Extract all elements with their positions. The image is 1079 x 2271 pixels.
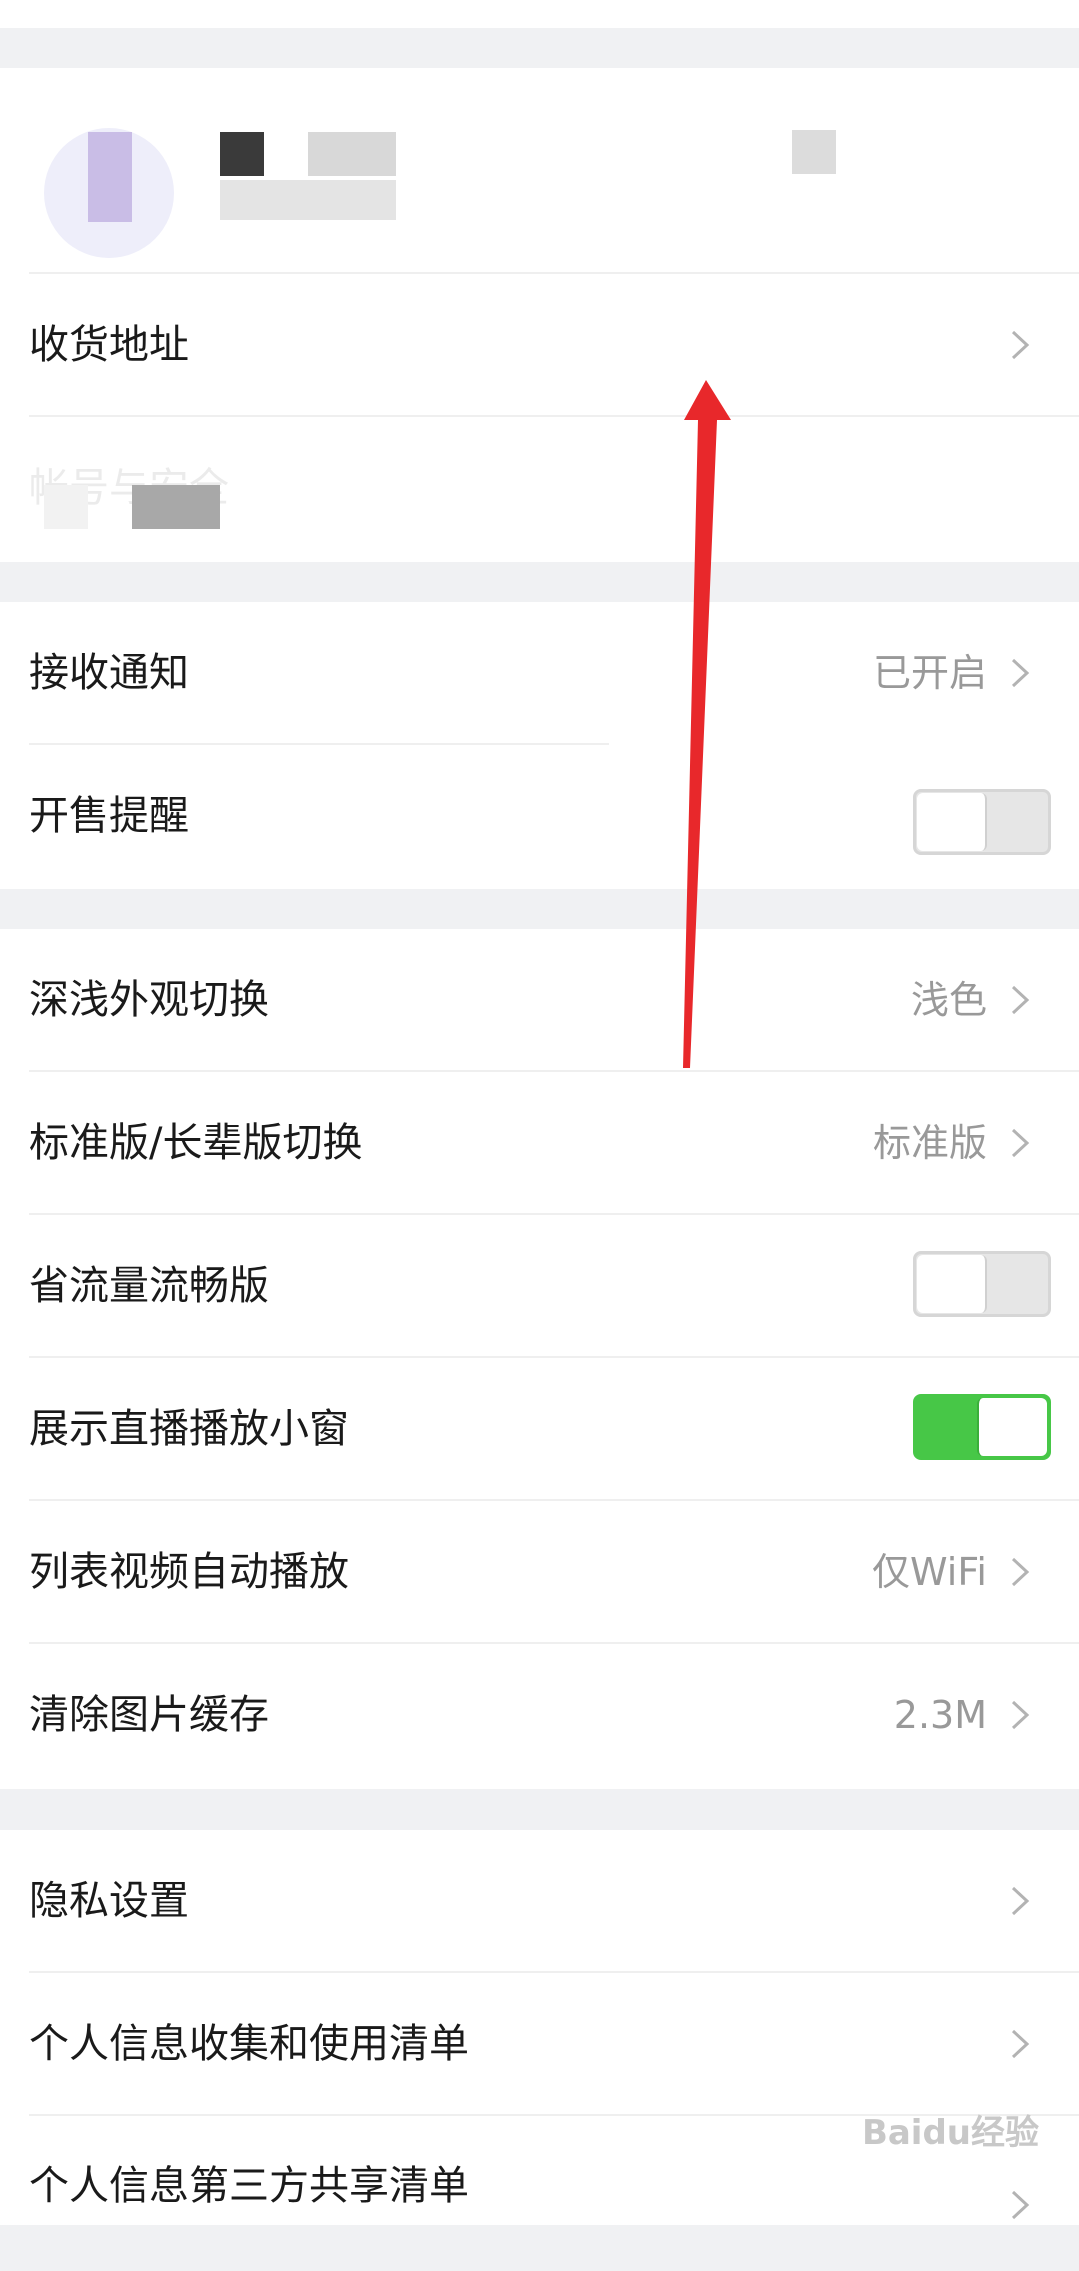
watermark-logo: Baidu经验	[861, 2113, 1039, 2153]
annotation-arrow-icon	[683, 380, 731, 1068]
